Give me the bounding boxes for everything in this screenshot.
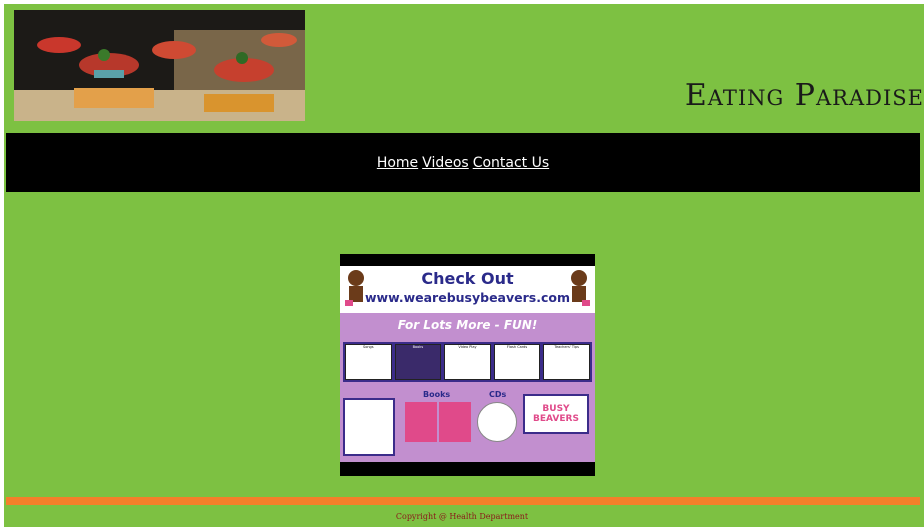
- book-cover-2: [439, 402, 471, 442]
- promo-url: www.wearebusybeavers.com: [365, 290, 570, 305]
- book-cover-1: [405, 402, 437, 442]
- books-label: Books: [423, 390, 451, 399]
- copyright-text: Copyright @ Health Department: [395, 512, 529, 521]
- tile-songs: Songs: [345, 344, 392, 380]
- footer-stripe: [6, 497, 920, 505]
- nav-link-home[interactable]: Home: [377, 155, 418, 171]
- banner-photo: [14, 10, 305, 121]
- promo-panel: Check Out www.wearebusybeavers.com For L…: [340, 266, 595, 462]
- site-title: Eating Paradise: [684, 78, 924, 113]
- promo-products-row: Books CDs BUSY BEAVERS: [343, 390, 592, 456]
- tile-teachers-tips: Teachers' Tips: [543, 344, 590, 380]
- promo-header-area: Check Out www.wearebusybeavers.com: [340, 266, 595, 313]
- tile-books: Books: [394, 344, 442, 380]
- main-nav: Home Videos Contact Us: [6, 133, 920, 192]
- worksheet-tile: [343, 398, 395, 456]
- tile-video-play: Video Play: [444, 344, 491, 380]
- promo-tiles-row: Songs Books Video Play Flash Cards Teach…: [343, 342, 592, 382]
- nav-link-contact-us[interactable]: Contact Us: [473, 155, 549, 171]
- promo-headline: Check Out: [421, 269, 514, 288]
- tile-flash-cards: Flash Cards: [493, 344, 541, 380]
- cd-disc: [477, 402, 517, 442]
- busy-beavers-logo-tile: BUSY BEAVERS: [523, 394, 589, 434]
- busy-beavers-promo-image[interactable]: Check Out www.wearebusybeavers.com For L…: [340, 254, 595, 476]
- logo-text: BUSY BEAVERS: [533, 404, 579, 424]
- cds-label: CDs: [489, 390, 507, 399]
- nav-link-videos[interactable]: Videos: [422, 155, 469, 171]
- promo-tagline: For Lots More - FUN!: [397, 318, 538, 332]
